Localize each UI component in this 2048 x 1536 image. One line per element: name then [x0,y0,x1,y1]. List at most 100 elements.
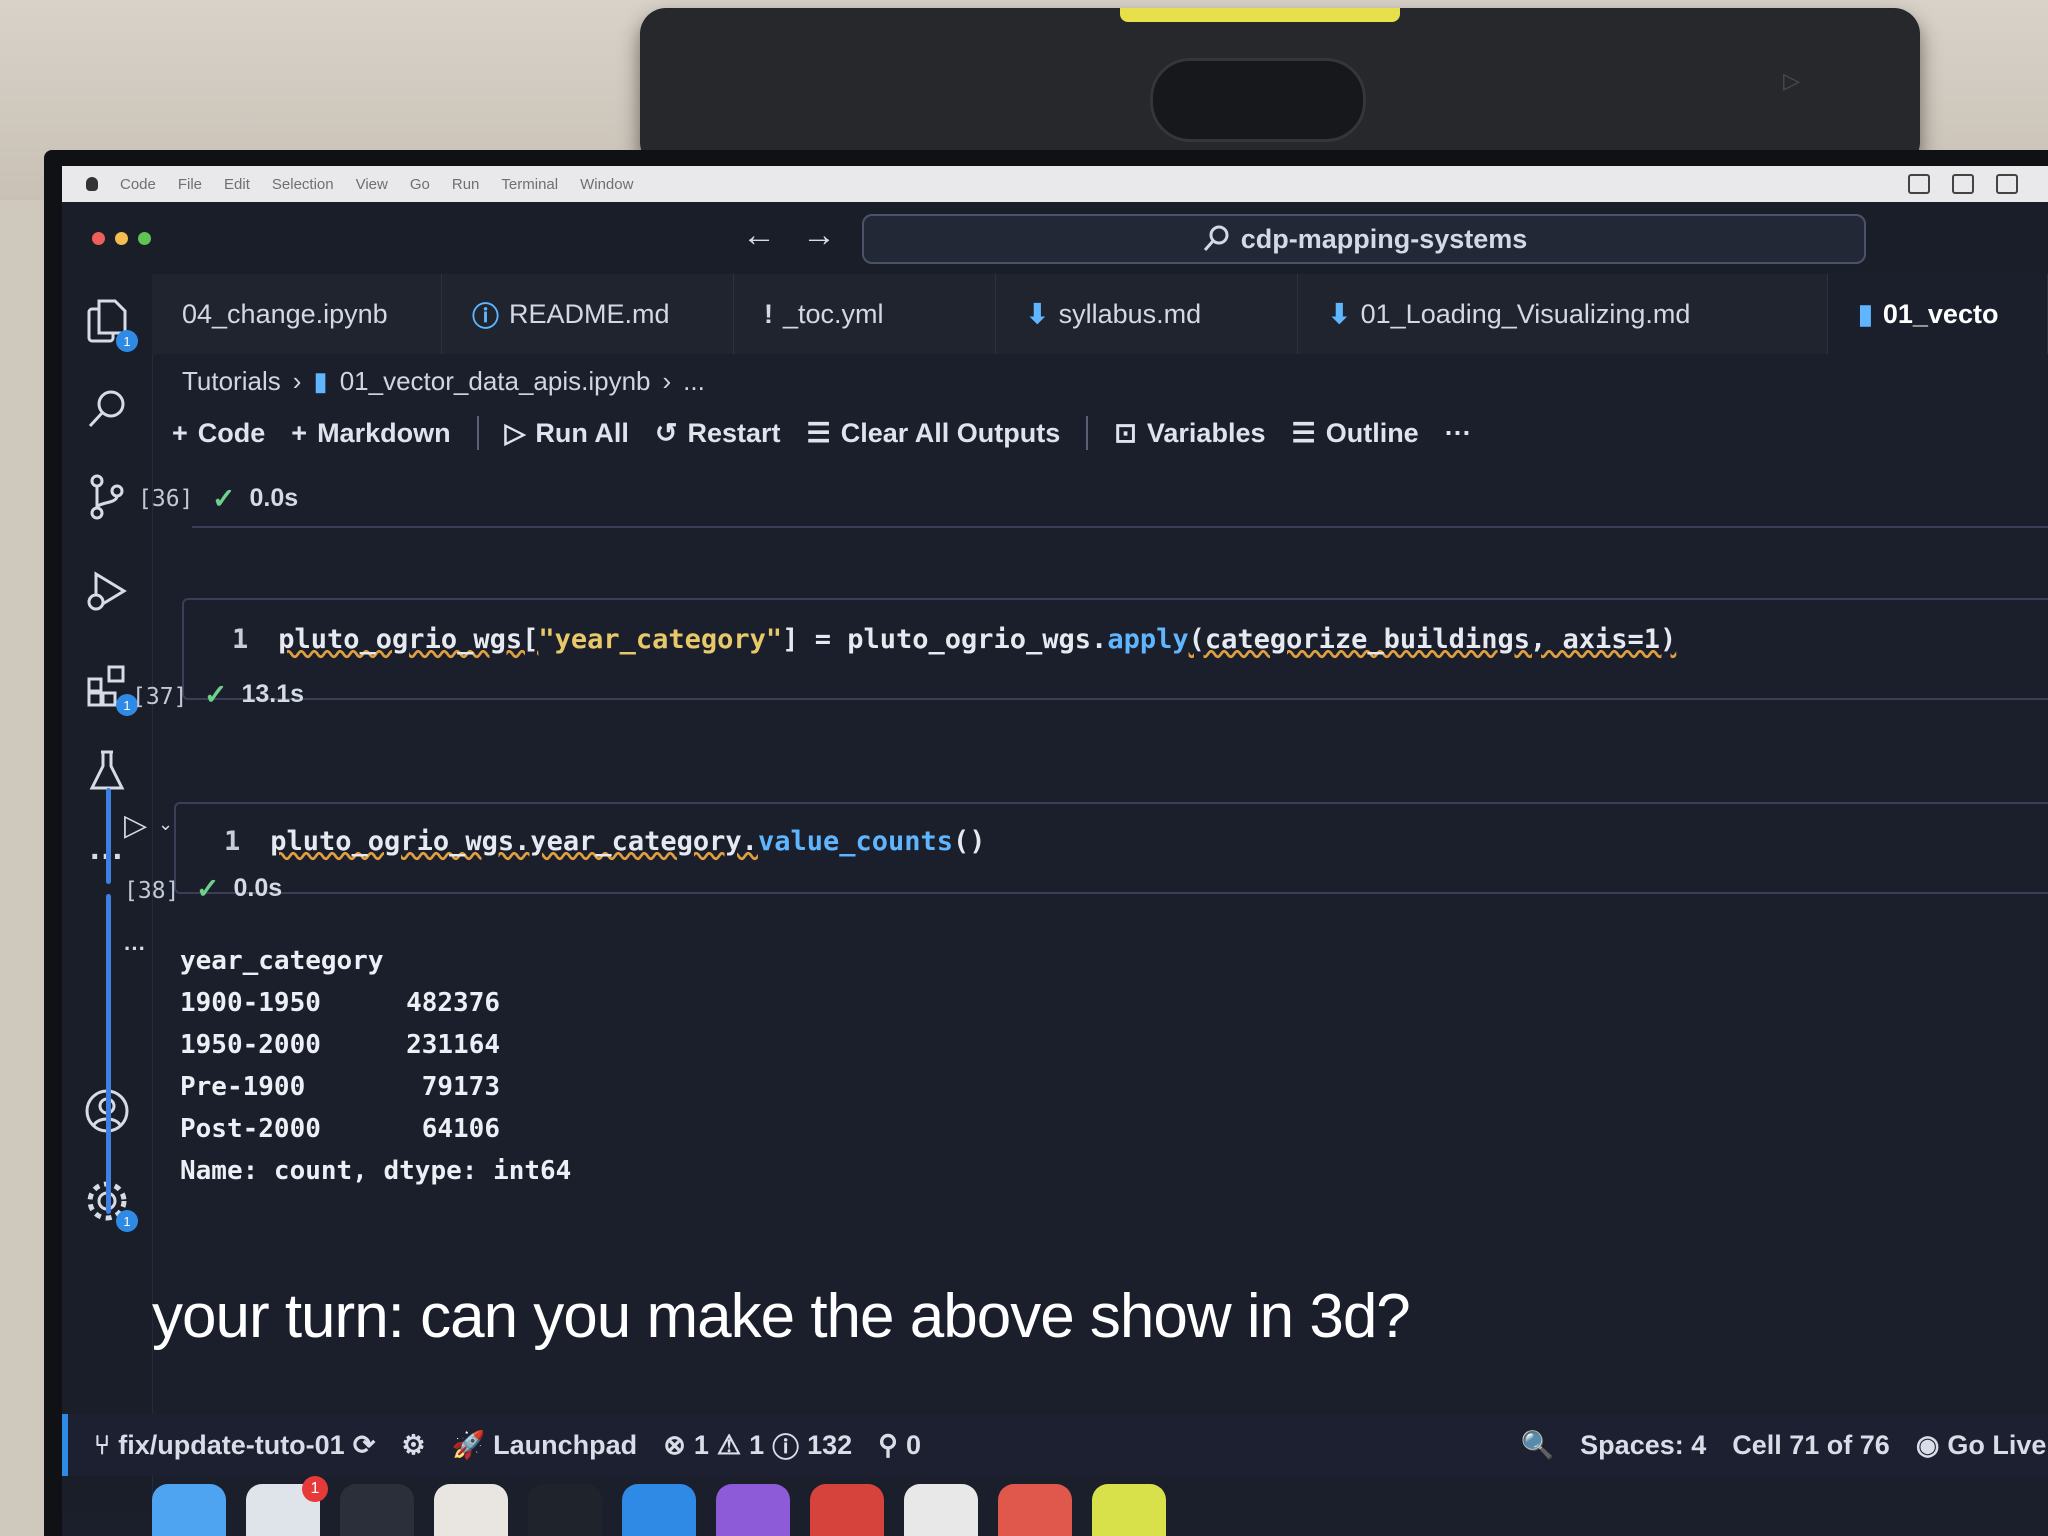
tab-loading-visualizing[interactable]: ⬇ 01_Loading_Visualizing.md [1298,274,1828,354]
tab-label: _toc.yml [783,298,884,329]
tab-label: README.md [509,298,670,329]
tab-vector-data-apis[interactable]: ▮ 01_vecto [1828,274,2048,354]
app-icon[interactable] [904,1484,978,1536]
menu-file[interactable]: File [178,176,202,193]
ports-item[interactable]: ⚲ 0 [878,1430,921,1461]
tab-label: 01_Loading_Visualizing.md [1360,298,1691,329]
output-row: Pre-1900 79173 [180,1066,571,1108]
close-window-button[interactable] [92,232,105,245]
indentation-item[interactable]: Spaces: 4 [1580,1430,1706,1461]
outline-button[interactable]: ☰ Outline [1291,418,1418,449]
check-icon: ✓ [212,483,236,514]
back-arrow-icon[interactable]: ← [742,216,776,255]
menu-view[interactable]: View [356,176,388,193]
app-icon[interactable] [998,1484,1072,1536]
tray-icon-3[interactable] [1996,174,2018,194]
explorer-icon[interactable]: 1 [80,294,138,352]
menu-run[interactable]: Run [452,176,480,193]
app-icon[interactable] [1092,1484,1166,1536]
menu-window[interactable]: Window [580,176,633,193]
cell-position-item[interactable]: Cell 71 of 76 [1732,1430,1890,1461]
tab-04-change[interactable]: 04_change.ipynb [152,274,442,354]
go-live-item[interactable]: ◉ Go Live [1916,1430,2047,1461]
code-line[interactable]: 1 pluto_ogrio_wgs["year_category"] = plut… [232,624,1676,655]
app-icon[interactable] [810,1484,884,1536]
chrome-icon[interactable] [434,1484,508,1536]
play-icon: ▷ [504,417,526,448]
active-output-indicator [106,894,111,1214]
add-code-label: Code [197,417,266,448]
tray-icon-2[interactable] [1952,174,1974,194]
status-bar: ≷ ⑂fix/update-tuto-01⟳ ⚙ 🚀Launchpad ⊗1 ⚠… [62,1414,2048,1476]
code-line[interactable]: 1 pluto_ogrio_wgs.year_category.value_cou… [224,826,986,857]
yaml-icon: ! [764,298,773,329]
terminal-icon[interactable] [528,1484,602,1536]
output-footer: Name: count, dtype: int64 [180,1150,571,1192]
menu-terminal[interactable]: Terminal [501,176,558,193]
add-code-cell-button[interactable]: + Code [172,418,265,449]
command-center-search[interactable]: cdp-mapping-systems [862,214,1866,264]
output-key: Pre-1900 [180,1072,306,1102]
active-cell-indicator [106,788,111,884]
run-cell-button[interactable]: ▷ [124,808,147,843]
tray-icon-1[interactable] [1908,174,1930,194]
app-icon[interactable] [716,1484,790,1536]
launchpad-item[interactable]: 🚀 Launchpad [452,1429,638,1461]
gitlens-item[interactable]: ⚙ [401,1430,425,1461]
window-controls [92,232,151,245]
tab-toc-yml[interactable]: ! _toc.yml [734,274,996,354]
gitlens-icon: ⚙ [401,1429,426,1460]
info-icon: ⓘ [772,1432,800,1463]
menu-go[interactable]: Go [410,176,430,193]
app-icon[interactable] [340,1484,414,1536]
extensions-icon[interactable]: 1 [80,658,138,716]
clear-outputs-label: Clear All Outputs [840,417,1061,448]
menu-edit[interactable]: Edit [224,176,250,193]
notebook-icon: ▮ [313,366,328,396]
go-live-label: Go Live [1947,1429,2047,1460]
sync-icon: ⟳ [352,1429,376,1460]
output-value: 64106 [421,1114,500,1144]
output-value: 482376 [406,988,500,1018]
branch-status[interactable]: ⑂ fix/update-tuto-01 ⟳ [94,1430,375,1461]
run-debug-icon[interactable] [80,564,134,618]
search-view-icon[interactable] [80,382,134,436]
chevron-down-icon[interactable]: ⌄ [158,814,173,835]
code-string: "year_category" [538,624,783,655]
source-control-icon[interactable] [80,470,134,524]
restart-button[interactable]: ↺ Restart [655,418,781,449]
output-header: year_category [180,940,571,982]
apple-icon[interactable] [86,177,98,191]
cell-36[interactable] [192,466,2048,526]
vscode-icon[interactable] [622,1484,696,1536]
zoom-window-button[interactable] [138,232,151,245]
output-actions-ellipsis[interactable]: ··· [124,936,146,962]
variables-button[interactable]: ⊡ Variables [1114,418,1265,449]
code-function: apply [1107,624,1189,655]
clear-outputs-button[interactable]: ☰ Clear All Outputs [807,418,1061,449]
nav-arrows: ← → [742,216,836,255]
breadcrumb-file[interactable]: 01_vector_data_apis.ipynb [340,366,651,397]
restart-icon: ↺ [654,417,678,448]
menu-code[interactable]: Code [120,176,156,193]
run-all-button[interactable]: ▷ Run All [505,418,629,449]
add-markdown-cell-button[interactable]: + Markdown [291,418,450,449]
breadcrumb-more[interactable]: ... [683,366,705,397]
zoom-item[interactable]: 🔍 [1521,1429,1555,1461]
tab-label: 04_change.ipynb [182,298,388,329]
breadcrumb-folder[interactable]: Tutorials [182,366,281,397]
minimize-window-button[interactable] [115,232,128,245]
add-markdown-label: Markdown [317,417,451,448]
menu-selection[interactable]: Selection [272,176,334,193]
finder-icon[interactable] [152,1484,226,1536]
problems-item[interactable]: ⊗ 1 ⚠ 1 ⓘ 132 [663,1426,852,1465]
plus-icon: + [172,417,188,448]
tab-readme[interactable]: ⓘ README.md [442,274,734,354]
forward-arrow-icon[interactable]: → [802,216,836,255]
output-value: 79173 [421,1072,500,1102]
tab-syllabus[interactable]: ⬇ syllabus.md [996,274,1298,354]
remote-indicator-icon[interactable]: ≷ [62,1414,68,1476]
launchpad-app-icon[interactable]: 1 [246,1476,328,1536]
more-actions-button[interactable]: ··· [1445,418,1472,449]
check-icon: ✓ [204,679,228,710]
